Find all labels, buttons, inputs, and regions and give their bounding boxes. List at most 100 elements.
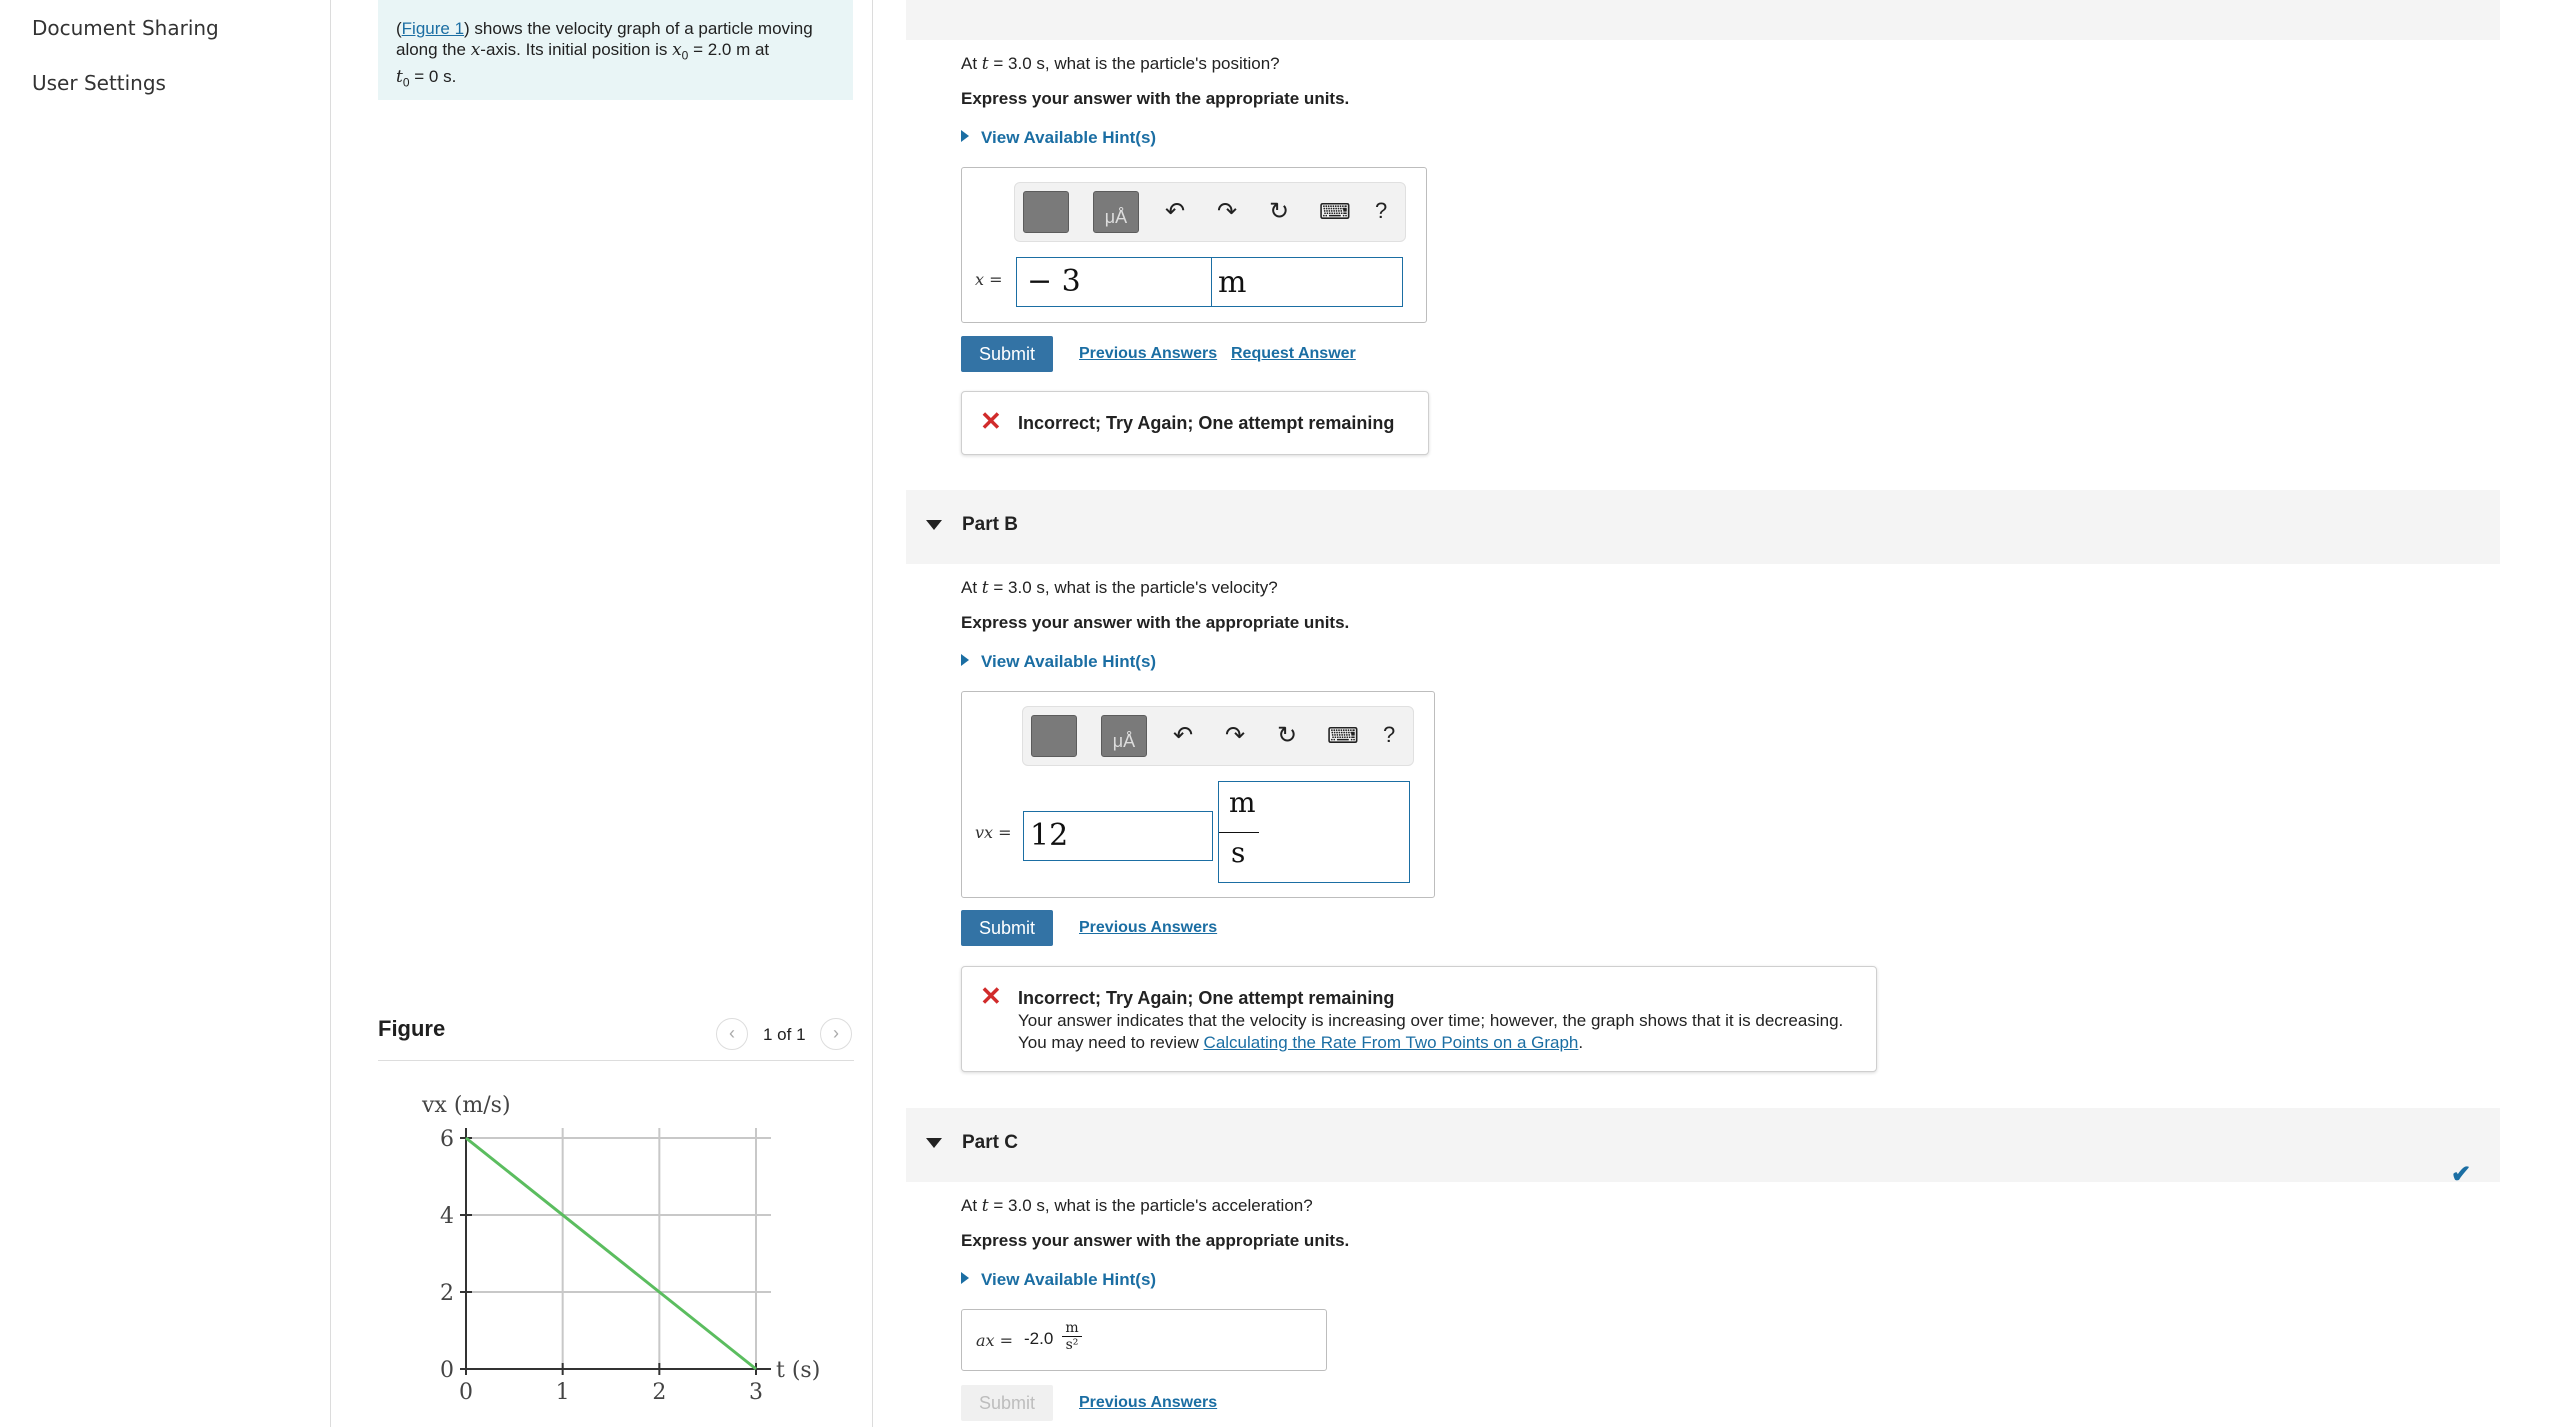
part-b-feedback-line2: You may need to review Calculating the R… bbox=[1018, 1033, 1583, 1053]
redo-icon[interactable]: ↷ bbox=[1225, 721, 1245, 750]
help-icon[interactable]: ? bbox=[1383, 722, 1395, 748]
part-c-unit: m s² bbox=[1062, 1320, 1082, 1353]
intro-text: (Figure 1) shows the velocity graph of a… bbox=[396, 18, 841, 94]
templates-icon[interactable] bbox=[1023, 191, 1069, 233]
problem-intro: (Figure 1) shows the velocity graph of a… bbox=[378, 0, 853, 100]
unit-numerator: m bbox=[1229, 786, 1256, 819]
figure-pager: 1 of 1 bbox=[763, 1025, 806, 1044]
t0-symbol: t bbox=[396, 67, 403, 88]
redo-icon[interactable]: ↷ bbox=[1217, 197, 1237, 226]
part-b-feedback-title: Incorrect; Try Again; One attempt remain… bbox=[1018, 988, 1395, 1008]
units-icon[interactable]: μÅ bbox=[1093, 191, 1139, 233]
part-c-header[interactable]: Part C bbox=[906, 1108, 2500, 1182]
t-symbol: t bbox=[981, 54, 989, 74]
part-b-previous-answers[interactable]: Previous Answers bbox=[1079, 919, 1217, 937]
figure-title: Figure bbox=[378, 1016, 446, 1041]
part-b-value-input[interactable]: 12 bbox=[1023, 811, 1213, 861]
part-c-hint-label: View Available Hint(s) bbox=[981, 1270, 1157, 1289]
part-c-submit-button: Submit bbox=[961, 1385, 1053, 1421]
feedback-line2-post: . bbox=[1578, 1033, 1584, 1052]
part-a-hint-label: View Available Hint(s) bbox=[981, 128, 1157, 147]
part-b-feedback-line1: Your answer indicates that the velocity … bbox=[1018, 1011, 1844, 1030]
part-a-request-answer[interactable]: Request Answer bbox=[1231, 345, 1356, 363]
keyboard-icon[interactable]: ⌨ bbox=[1327, 723, 1359, 749]
part-b-math-toolbar: μÅ ↶ ↷ ↻ ⌨ ? bbox=[1022, 706, 1414, 766]
sidebar-item-document-sharing[interactable]: Document Sharing bbox=[32, 16, 219, 40]
caret-right-icon bbox=[961, 1272, 969, 1284]
units-icon[interactable]: μÅ bbox=[1101, 715, 1147, 757]
caret-right-icon bbox=[961, 130, 969, 142]
part-c-question-pre: At bbox=[961, 1196, 982, 1215]
part-b-title: Part B bbox=[962, 514, 1018, 535]
reset-icon[interactable]: ↻ bbox=[1269, 197, 1289, 226]
t-symbol: t bbox=[981, 1196, 989, 1216]
unit-numerator: m bbox=[1062, 1320, 1082, 1337]
unit-denominator: s² bbox=[1065, 1337, 1079, 1353]
review-link[interactable]: Calculating the Rate From Two Points on … bbox=[1204, 1033, 1579, 1052]
undo-icon[interactable]: ↶ bbox=[1165, 197, 1185, 226]
keyboard-icon[interactable]: ⌨ bbox=[1319, 199, 1351, 225]
x0-value: = 2.0 m at bbox=[688, 40, 770, 59]
figure-panel-divider bbox=[872, 0, 873, 1427]
part-c-value: -2.0 bbox=[1024, 1329, 1054, 1348]
part-c-answer-box: ax = -2.0 m s² bbox=[961, 1309, 1327, 1371]
velocity-line bbox=[465, 1136, 757, 1371]
part-b-var-label: vx = bbox=[975, 823, 1012, 842]
part-a-hint-toggle[interactable]: View Available Hint(s) bbox=[961, 128, 1156, 148]
part-a-feedback: ✕ Incorrect; Try Again; One attempt rema… bbox=[961, 391, 1429, 455]
fraction-bar bbox=[1219, 832, 1259, 833]
part-b-submit-button[interactable]: Submit bbox=[961, 910, 1053, 946]
part-a-feedback-title: Incorrect; Try Again; One attempt remain… bbox=[1018, 413, 1395, 433]
error-x-icon: ✕ bbox=[980, 981, 1002, 1011]
templates-icon[interactable] bbox=[1031, 715, 1077, 757]
caret-down-icon bbox=[926, 1138, 942, 1148]
help-icon[interactable]: ? bbox=[1375, 198, 1387, 224]
y-tick-label: 6 bbox=[440, 1127, 454, 1152]
part-b-hint-label: View Available Hint(s) bbox=[981, 652, 1157, 671]
x-tick-label: 1 bbox=[556, 1380, 570, 1405]
part-a-instruction: Express your answer with the appropriate… bbox=[961, 89, 1350, 108]
x-tick-label: 3 bbox=[749, 1380, 763, 1405]
x-tick-label: 0 bbox=[459, 1380, 473, 1405]
part-c-hint-toggle[interactable]: View Available Hint(s) bbox=[961, 1270, 1156, 1290]
x-tick-label: 2 bbox=[652, 1380, 666, 1405]
x0-symbol: x bbox=[672, 40, 682, 60]
part-b-hint-toggle[interactable]: View Available Hint(s) bbox=[961, 652, 1156, 672]
part-b-question: At t = 3.0 s, what is the particle's vel… bbox=[961, 578, 1278, 598]
part-b-header[interactable]: Part B bbox=[906, 490, 2500, 564]
undo-icon[interactable]: ↶ bbox=[1173, 721, 1193, 750]
part-b-question-pre: At bbox=[961, 578, 982, 597]
part-b-instruction: Express your answer with the appropriate… bbox=[961, 613, 1350, 632]
part-a-submit-button[interactable]: Submit bbox=[961, 336, 1053, 372]
part-b-unit-input[interactable]: m s bbox=[1218, 781, 1410, 883]
sidebar-item-user-settings[interactable]: User Settings bbox=[32, 71, 166, 95]
part-a-question-post: = 3.0 s, what is the particle's position… bbox=[988, 54, 1280, 73]
caret-right-icon bbox=[961, 654, 969, 666]
unit-denominator: s bbox=[1231, 836, 1246, 869]
part-c-previous-answers[interactable]: Previous Answers bbox=[1079, 1394, 1217, 1412]
y-tick-label: 0 bbox=[440, 1358, 454, 1383]
chevron-left-icon: ‹ bbox=[729, 1023, 735, 1043]
figure-link[interactable]: Figure 1 bbox=[402, 19, 464, 38]
part-a-value-input[interactable]: − 3 bbox=[1016, 257, 1218, 307]
part-b-question-post: = 3.0 s, what is the particle's velocity… bbox=[988, 578, 1278, 597]
y-tick-label: 4 bbox=[440, 1204, 454, 1229]
x-symbol: x bbox=[470, 40, 481, 60]
feedback-line2-pre: You may need to review bbox=[1018, 1033, 1204, 1052]
error-x-icon: ✕ bbox=[980, 406, 1002, 436]
part-a-var-label: x = bbox=[975, 270, 1003, 289]
part-a-question: At t = 3.0 s, what is the particle's pos… bbox=[961, 54, 1280, 74]
intro-text-2: -axis. Its initial position is bbox=[480, 40, 673, 59]
prev-figure-button[interactable]: ‹ bbox=[716, 1018, 748, 1050]
x-axis-label: t (s) bbox=[776, 1358, 820, 1383]
part-a-previous-answers[interactable]: Previous Answers bbox=[1079, 345, 1217, 363]
part-a-unit-input[interactable]: m bbox=[1211, 257, 1403, 307]
reset-icon[interactable]: ↻ bbox=[1277, 721, 1297, 750]
t-symbol: t bbox=[981, 578, 989, 598]
part-a-header[interactable] bbox=[906, 0, 2500, 40]
y-axis-label: vx (m/s) bbox=[421, 1093, 511, 1118]
next-figure-button[interactable]: › bbox=[820, 1018, 852, 1050]
sidebar-divider bbox=[330, 0, 331, 1427]
figure-header-rule bbox=[378, 1060, 854, 1061]
t0-value: = 0 s. bbox=[409, 67, 457, 87]
